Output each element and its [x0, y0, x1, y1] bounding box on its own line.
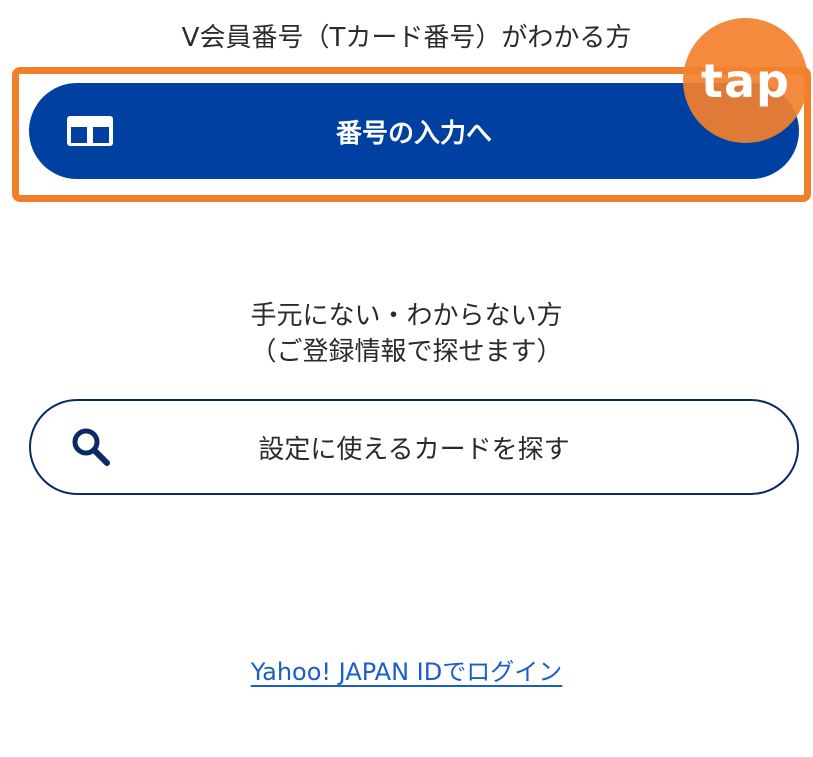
search-icon — [72, 428, 110, 466]
unknown-number-label: 手元にない・わからない方 （ご登録情報で探せます） — [0, 298, 813, 370]
login-link-container: Yahoo! JAPAN IDでログイン — [0, 652, 813, 687]
find-card-button-label: 設定に使えるカードを探す — [258, 434, 570, 465]
unknown-number-label-line2: （ご登録情報で探せます） — [250, 337, 563, 367]
yahoo-login-link[interactable]: Yahoo! JAPAN IDでログイン — [251, 658, 562, 686]
unknown-number-label-line1: 手元にない・わからない方 — [250, 301, 563, 331]
tap-indicator: tap — [683, 18, 808, 143]
find-card-button[interactable]: 設定に使えるカードを探す — [29, 399, 799, 495]
